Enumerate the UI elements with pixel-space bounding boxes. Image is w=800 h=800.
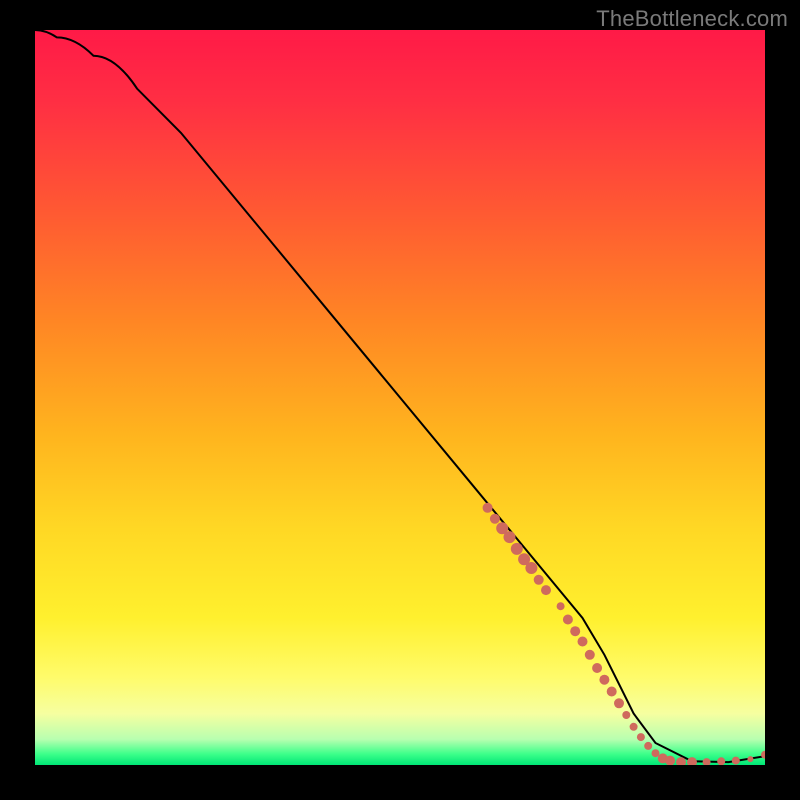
marker-point bbox=[592, 663, 602, 673]
marker-point bbox=[525, 562, 537, 574]
marker-point bbox=[599, 675, 609, 685]
marker-point bbox=[652, 749, 660, 757]
marker-point bbox=[732, 757, 740, 765]
marker-point bbox=[578, 637, 588, 647]
marker-point bbox=[644, 742, 652, 750]
marker-point bbox=[637, 733, 645, 741]
marker-point bbox=[563, 615, 573, 625]
marker-point bbox=[614, 698, 624, 708]
marker-point bbox=[570, 626, 580, 636]
marker-point bbox=[483, 503, 493, 513]
marker-point bbox=[511, 543, 523, 555]
chart-svg bbox=[35, 30, 765, 765]
marker-point bbox=[490, 514, 500, 524]
marker-point bbox=[557, 602, 565, 610]
marker-point bbox=[585, 650, 595, 660]
marker-point bbox=[541, 585, 551, 595]
marker-point bbox=[717, 757, 725, 765]
marker-point bbox=[747, 756, 753, 762]
marker-point bbox=[622, 711, 630, 719]
marker-point bbox=[504, 531, 516, 543]
marker-point bbox=[630, 723, 638, 731]
marker-point bbox=[534, 575, 544, 585]
watermark-text: TheBottleneck.com bbox=[596, 6, 788, 32]
chart-stage: TheBottleneck.com bbox=[0, 0, 800, 800]
marker-point bbox=[607, 687, 617, 697]
bottleneck-chart bbox=[35, 30, 765, 765]
